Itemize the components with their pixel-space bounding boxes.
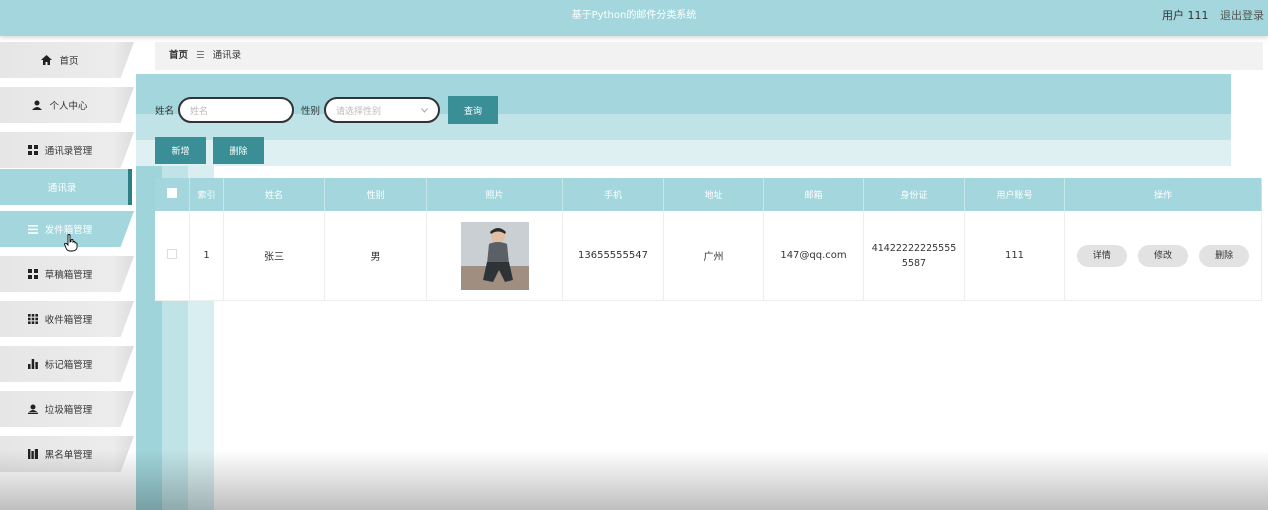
sidebar-item-label: 草稿箱管理 xyxy=(44,270,93,281)
column-header: 手机 xyxy=(562,178,664,211)
breadcrumb-current: 通讯录 xyxy=(212,50,242,61)
sidebar-item-label: 标记箱管理 xyxy=(44,360,93,371)
sidebar-item-label: 垃圾箱管理 xyxy=(44,405,93,416)
sidebar-item-label: 个人中心 xyxy=(49,101,88,112)
search-row: 姓名 姓名 性别 请选择性别 查询 xyxy=(155,96,499,124)
chevron-down-icon xyxy=(421,107,428,113)
gender-cell: 男 xyxy=(324,211,427,301)
column-header: 地址 xyxy=(663,178,764,211)
sidebar-item-label: 通讯录 xyxy=(47,183,77,194)
sidebar-item-profile[interactable]: 个人中心 xyxy=(0,87,134,123)
top-bar: 基于Python的邮件分类系统 用户 111 退出登录 xyxy=(0,0,1268,36)
breadcrumb-home[interactable]: 首页 xyxy=(169,50,188,61)
column-header: 索引 xyxy=(189,178,224,211)
breadcrumb: 首页 ☰ 通讯录 xyxy=(155,42,1263,70)
grid-icon xyxy=(27,145,38,155)
user-icon xyxy=(32,100,43,110)
home-icon xyxy=(41,55,53,65)
sidebar-item-trash[interactable]: 垃圾箱管理 xyxy=(0,391,134,427)
select-all-checkbox[interactable] xyxy=(167,188,177,198)
contact-photo xyxy=(460,221,529,290)
sidebar-item-contacts-mgmt[interactable]: 通讯录管理 xyxy=(0,132,134,168)
column-header: 邮箱 xyxy=(763,178,864,211)
logout-link[interactable]: 退出登录 xyxy=(1220,9,1264,22)
name-input-placeholder: 姓名 xyxy=(190,106,209,117)
account-cell: 111 xyxy=(964,211,1065,301)
select-all-header[interactable] xyxy=(155,178,190,211)
app-title: 基于Python的邮件分类系统 xyxy=(571,10,697,21)
name-input[interactable]: 姓名 xyxy=(178,97,295,123)
column-header: 身份证 xyxy=(863,178,965,211)
sidebar-item-blacklist[interactable]: 黑名单管理 xyxy=(0,436,134,472)
table-header-row: 索引 姓名 性别 照片 手机 地址 邮箱 身份证 用户账号 操作 xyxy=(155,178,1262,211)
sidebar: 首页 个人中心 通讯录管理 通讯录 发件箱管理 草稿箱管理 收件箱管理 标记箱管… xyxy=(0,36,136,510)
contacts-table: 索引 姓名 性别 照片 手机 地址 邮箱 身份证 用户账号 操作 1 张三 男 xyxy=(155,178,1262,301)
email-cell: 147@qq.com xyxy=(763,211,864,301)
sidebar-item-contacts[interactable]: 通讯录 xyxy=(0,169,132,205)
add-button[interactable]: 新增 xyxy=(155,137,206,164)
column-header: 姓名 xyxy=(223,178,325,211)
user-upload-icon xyxy=(27,404,38,414)
gender-select[interactable]: 请选择性别 xyxy=(324,97,441,123)
list-icon xyxy=(27,224,38,234)
operations-cell: 详情 修改 删除 xyxy=(1064,211,1262,301)
row-select-cell[interactable] xyxy=(155,211,190,301)
name-label: 姓名 xyxy=(155,106,175,117)
column-header: 性别 xyxy=(324,178,427,211)
delete-selected-button[interactable]: 删除 xyxy=(213,137,264,164)
edit-button[interactable]: 修改 xyxy=(1138,244,1188,267)
breadcrumb-separator-icon: ☰ xyxy=(196,50,205,61)
sidebar-item-home[interactable]: 首页 xyxy=(0,42,134,78)
action-row: 新增 删除 xyxy=(155,137,264,164)
id-card-cell: 414222222255555587 xyxy=(863,211,965,301)
phone-cell: 13655555547 xyxy=(562,211,664,301)
detail-button[interactable]: 详情 xyxy=(1076,244,1127,267)
user-label: 用户 111 xyxy=(1162,9,1209,22)
row-checkbox[interactable] xyxy=(167,249,177,259)
sidebar-item-inbox[interactable]: 收件箱管理 xyxy=(0,301,134,337)
index-cell: 1 xyxy=(189,211,224,301)
query-button[interactable]: 查询 xyxy=(448,96,499,124)
gender-label: 性别 xyxy=(301,106,321,117)
table-row: 1 张三 男 13655555547 广州 147@qq.com 4142222… xyxy=(155,211,1262,301)
user-area: 用户 111 退出登录 xyxy=(1154,0,1264,32)
sidebar-item-drafts[interactable]: 草稿箱管理 xyxy=(0,256,134,292)
column-header: 用户账号 xyxy=(964,178,1065,211)
sidebar-item-label: 通讯录管理 xyxy=(44,146,93,157)
sidebar-item-flagged[interactable]: 标记箱管理 xyxy=(0,346,134,382)
name-cell: 张三 xyxy=(223,211,325,301)
bar-chart-icon xyxy=(27,359,38,369)
id-card-value: 414222222255555587 xyxy=(871,242,957,269)
address-cell: 广州 xyxy=(663,211,764,301)
gender-select-placeholder: 请选择性别 xyxy=(336,106,382,117)
grid9-icon xyxy=(27,314,38,324)
hand-cursor-icon xyxy=(64,234,78,252)
sidebar-item-label: 收件箱管理 xyxy=(44,315,93,326)
sidebar-item-label: 黑名单管理 xyxy=(44,450,93,461)
photo-cell xyxy=(426,211,563,301)
row-delete-button[interactable]: 删除 xyxy=(1199,244,1250,267)
column-header: 照片 xyxy=(426,178,563,211)
library-icon xyxy=(27,449,38,459)
sidebar-item-label: 首页 xyxy=(59,56,79,67)
grid-icon xyxy=(27,269,38,279)
column-header: 操作 xyxy=(1064,178,1262,211)
